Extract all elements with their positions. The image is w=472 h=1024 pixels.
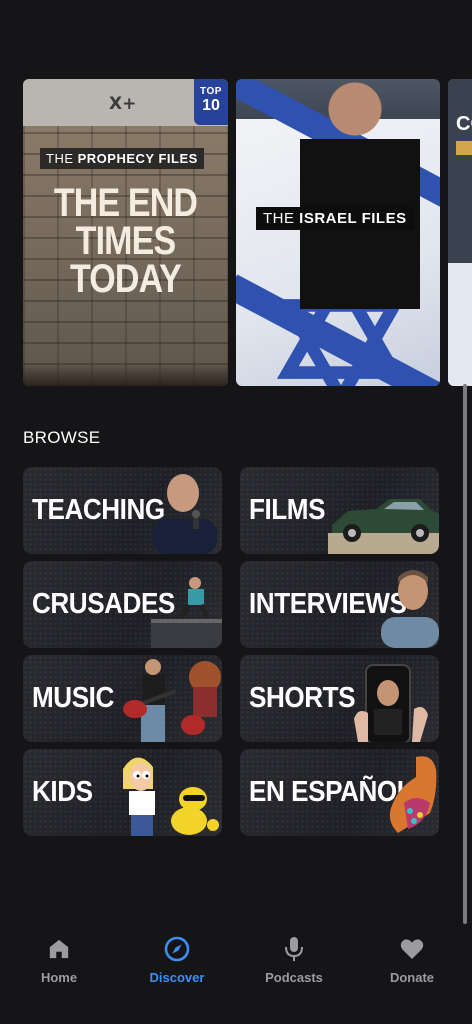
series-tag: THE ISRAEL FILES [256, 207, 414, 230]
browse-tile-crusades[interactable]: CRUSADES [23, 561, 222, 648]
featured-title-fragment: CO [456, 113, 472, 135]
top10-badge: TOP 10 [194, 79, 228, 125]
browse-tile-music[interactable]: MUSIC [23, 655, 222, 742]
nav-discover[interactable]: Discover [127, 936, 227, 985]
nav-label: Discover [149, 970, 205, 985]
heart-icon [362, 936, 462, 962]
interviewee-image [381, 570, 439, 648]
browse-tile-teaching[interactable]: TEACHING [23, 467, 222, 554]
featured-title-line1: THE END [53, 181, 198, 225]
featured-title-line2: TIMES [75, 219, 176, 263]
browse-tile-kids[interactable]: KIDS [23, 749, 222, 836]
bottom-nav: Home Discover Podcasts Donate [0, 924, 472, 1024]
teacher-image [153, 474, 217, 554]
folk-dancer-image [389, 756, 437, 833]
browse-tile-shorts[interactable]: SHORTS [240, 655, 439, 742]
nav-label: Donate [389, 970, 435, 985]
microphone-icon [244, 936, 344, 962]
featured-carousel[interactable]: X+ TOP 10 THE PROPHECY FILES THE END TIM… [23, 79, 472, 386]
browse-tile-en-espanol[interactable]: EN ESPAÑOL [240, 749, 439, 836]
tile-label: SHORTS [249, 682, 356, 714]
tile-label: KIDS [32, 776, 93, 808]
home-icon [9, 936, 109, 962]
nav-donate[interactable]: Donate [362, 936, 462, 985]
featured-title-line3: TODAY [69, 257, 182, 301]
series-name: PROPHECY FILES [77, 151, 198, 166]
featured-card-partial[interactable]: CO [448, 79, 472, 386]
browse-tile-interviews[interactable]: INTERVIEWS [240, 561, 439, 648]
tile-label: FILMS [249, 494, 326, 526]
nav-label: Home [40, 970, 78, 985]
stage-speaker-image [151, 577, 222, 648]
classic-car-image [328, 499, 439, 554]
compass-icon [127, 936, 227, 962]
featured-card-prophecy-files[interactable]: X+ TOP 10 THE PROPHECY FILES THE END TIM… [23, 79, 228, 386]
series-prefix: THE [46, 151, 74, 166]
tile-label: MUSIC [32, 682, 114, 714]
browse-heading: BROWSE [23, 428, 101, 447]
musicians-image [123, 659, 221, 742]
speaker-image [300, 79, 420, 309]
crowd-image [23, 364, 228, 386]
series-prefix: THE [263, 210, 295, 227]
cartoon-kids-image [123, 757, 219, 836]
series-name: ISRAEL FILES [299, 210, 407, 227]
series-tag: THE PROPHECY FILES [40, 148, 204, 169]
featured-title: THE END TIMES TODAY [38, 181, 212, 301]
discover-screen: X+ TOP 10 THE PROPHECY FILES THE END TIM… [0, 0, 472, 1024]
phone-video-image [354, 664, 428, 742]
browse-tile-films[interactable]: FILMS [240, 467, 439, 554]
scrollbar[interactable] [463, 384, 467, 924]
top-badge-number: 10 [202, 97, 220, 114]
nav-podcasts[interactable]: Podcasts [244, 936, 344, 985]
featured-card-israel-files[interactable]: THE ISRAEL FILES [236, 79, 440, 386]
top-badge-label: TOP [200, 86, 222, 97]
nav-home[interactable]: Home [9, 936, 109, 985]
brand-logo: X+ [109, 94, 137, 114]
nav-label: Podcasts [265, 970, 323, 985]
